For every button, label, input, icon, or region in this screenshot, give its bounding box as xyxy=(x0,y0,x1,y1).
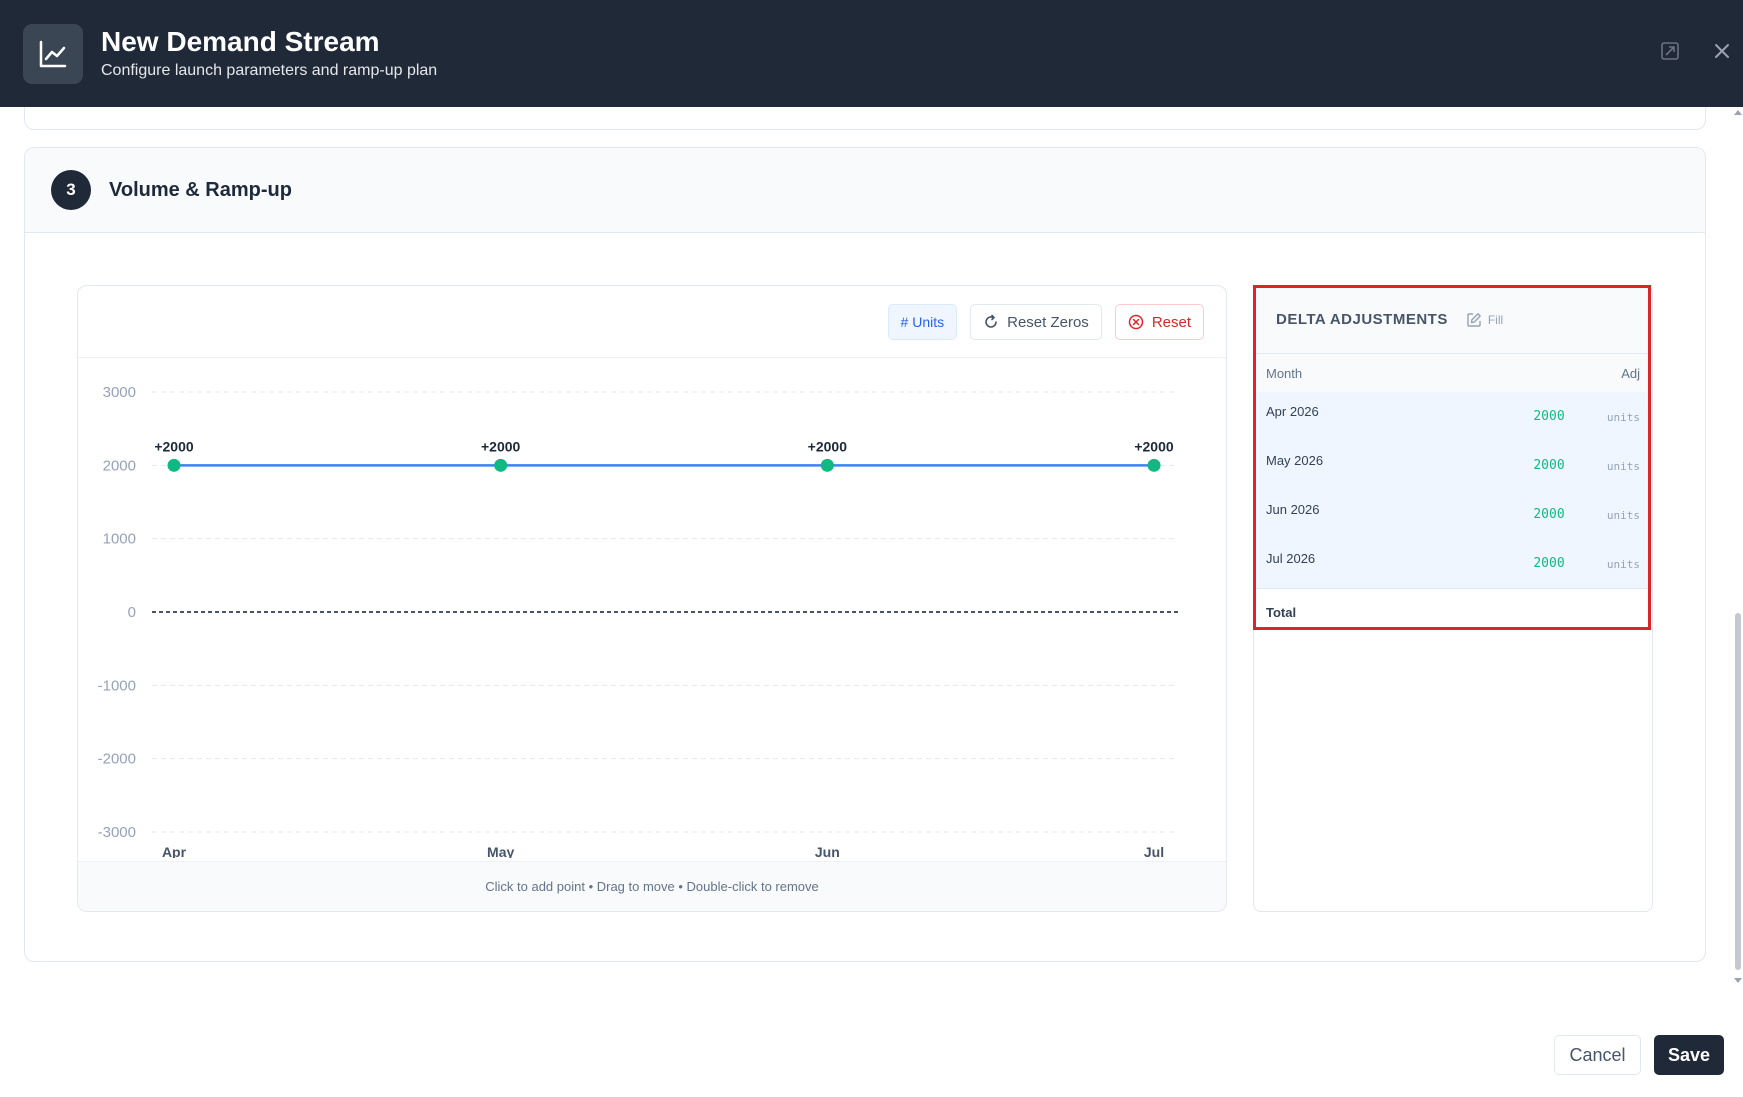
delta-unit: units xyxy=(1606,558,1640,571)
y-tick-label: -2000 xyxy=(98,751,136,768)
fill-label: Fill xyxy=(1487,312,1504,327)
delta-row: May 2026 units xyxy=(1254,441,1652,490)
delta-total-label: Total xyxy=(1266,605,1297,620)
ramp-chart-card: # Units Reset Zeros Reset 3000 2000 1000… xyxy=(77,285,1227,912)
units-label: # Units xyxy=(900,314,945,330)
delta-value-input[interactable] xyxy=(1519,556,1579,571)
delta-title: DELTA ADJUSTMENTS xyxy=(1276,311,1448,328)
scroll-thumb[interactable] xyxy=(1735,613,1741,970)
data-point[interactable] xyxy=(167,458,181,472)
data-label: +2000 xyxy=(1134,438,1174,454)
reset-label: Reset xyxy=(1151,313,1191,331)
close-icon[interactable] xyxy=(1709,38,1735,64)
delta-value-input[interactable] xyxy=(1519,409,1579,424)
x-tick-label: May xyxy=(487,844,514,858)
units-toggle-button[interactable]: # Units xyxy=(887,304,958,340)
reset-zeros-label: Reset Zeros xyxy=(1007,313,1089,331)
delta-month: Jul 2026 xyxy=(1266,551,1316,566)
delta-row: Jun 2026 units xyxy=(1254,490,1652,539)
refresh-icon xyxy=(985,314,997,328)
modal-body: 3 Volume & Ramp-up # Units Reset Zeros R… xyxy=(0,107,1743,1007)
reset-button[interactable]: Reset xyxy=(1114,304,1204,340)
scroll-down-icon[interactable] xyxy=(1734,978,1742,983)
modal-subtitle: Configure launch parameters and ramp-up … xyxy=(101,61,438,79)
delta-unit: units xyxy=(1606,411,1640,424)
modal-header: New Demand Stream Configure launch param… xyxy=(0,0,1743,107)
data-label: +2000 xyxy=(808,438,848,454)
cancel-button[interactable]: Cancel xyxy=(1554,1035,1641,1075)
x-tick-label: Jun xyxy=(815,844,840,858)
fill-button[interactable]: Fill xyxy=(1466,312,1503,328)
ramp-line-chart[interactable]: 3000 2000 1000 0 -1000 -2000 -3000 Apr May Jun Jul… xyxy=(78,358,1227,858)
scrollbar[interactable] xyxy=(1733,107,1743,987)
delta-row: Jul 2026 units xyxy=(1254,539,1652,588)
reset-zeros-button[interactable]: Reset Zeros xyxy=(970,304,1102,340)
modal-title: New Demand Stream xyxy=(101,25,380,57)
delta-header: DELTA ADJUSTMENTS Fill xyxy=(1254,286,1652,354)
delta-month: Jun 2026 xyxy=(1266,502,1320,517)
edit-icon xyxy=(1467,312,1481,327)
data-label: +2000 xyxy=(481,438,521,454)
y-tick-label: -1000 xyxy=(98,677,136,694)
y-tick-label: 3000 xyxy=(103,384,136,401)
save-button[interactable]: Save xyxy=(1654,1035,1724,1075)
delta-unit: units xyxy=(1606,460,1640,473)
chart-toolbar: # Units Reset Zeros Reset xyxy=(887,304,1204,340)
y-tick-label: 2000 xyxy=(103,457,136,474)
col-month: Month xyxy=(1266,365,1303,381)
expand-icon[interactable] xyxy=(1657,38,1683,64)
delta-value-input[interactable] xyxy=(1519,458,1579,473)
section-header: 3 Volume & Ramp-up xyxy=(25,148,1705,233)
data-label: +2000 xyxy=(154,438,194,454)
section-title: Volume & Ramp-up xyxy=(109,178,292,201)
chart-line-icon xyxy=(23,23,83,84)
previous-section-card xyxy=(24,107,1706,130)
delta-month: May 2026 xyxy=(1266,453,1324,468)
scroll-up-icon[interactable] xyxy=(1734,110,1742,115)
y-tick-label: -3000 xyxy=(98,824,136,841)
data-point[interactable] xyxy=(1147,458,1161,472)
step-badge: 3 xyxy=(51,170,91,210)
data-point[interactable] xyxy=(494,458,508,472)
volume-section-card: 3 Volume & Ramp-up # Units Reset Zeros R… xyxy=(24,147,1706,962)
y-tick-label: 0 xyxy=(128,604,136,621)
delta-row: Apr 2026 units xyxy=(1254,392,1652,441)
delta-month: Apr 2026 xyxy=(1266,404,1319,419)
delta-column-header: Month Adj xyxy=(1254,354,1652,392)
data-point[interactable] xyxy=(820,458,834,472)
x-tick-label: Jul xyxy=(1144,844,1164,858)
delta-total-row: Total xyxy=(1254,588,1652,626)
y-tick-label: 1000 xyxy=(103,531,136,548)
x-circle-icon xyxy=(1128,314,1144,330)
x-tick-label: Apr xyxy=(162,844,187,858)
chart-hint: Click to add point • Drag to move • Doub… xyxy=(78,861,1226,911)
modal-footer: Cancel Save xyxy=(0,1007,1743,1097)
delta-value-input[interactable] xyxy=(1519,507,1579,522)
col-adj: Adj xyxy=(1621,365,1640,381)
delta-adjustments-panel: DELTA ADJUSTMENTS Fill Month Adj Apr 202… xyxy=(1253,285,1653,912)
delta-unit: units xyxy=(1606,509,1640,522)
